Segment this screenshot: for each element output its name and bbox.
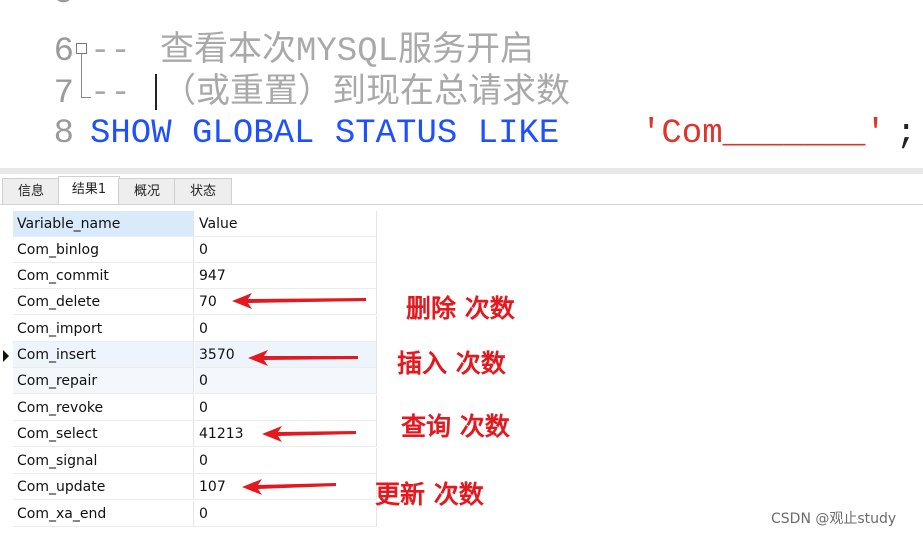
cell-value[interactable]: 0 bbox=[195, 368, 377, 394]
tab-info[interactable]: 信息 bbox=[2, 178, 60, 204]
cell-variable-name[interactable]: Com_import bbox=[13, 316, 194, 342]
fold-guide bbox=[81, 54, 82, 98]
comment-prefix: -- bbox=[90, 75, 152, 113]
line-number: 5 bbox=[44, 0, 74, 14]
annotation-insert-count: 插入 次数 bbox=[397, 349, 506, 378]
result-tabs: 信息 结果1 概况 状态 bbox=[0, 176, 923, 205]
cell-value[interactable]: 0 bbox=[195, 501, 377, 527]
cell-value[interactable]: 0 bbox=[195, 448, 377, 474]
splitter[interactable] bbox=[0, 168, 923, 174]
table-row[interactable]: Com_xa_end 0 bbox=[0, 501, 377, 527]
sql-semicolon: ; bbox=[896, 115, 917, 153]
cell-variable-name[interactable]: Com_select bbox=[13, 421, 194, 447]
cell-variable-name[interactable]: Com_binlog bbox=[13, 237, 194, 263]
fold-toggle-icon[interactable] bbox=[76, 43, 87, 54]
line-number: 8 bbox=[53, 115, 74, 153]
arrow-update-icon bbox=[242, 479, 336, 495]
tab-status[interactable]: 状态 bbox=[174, 178, 232, 204]
cell-variable-name[interactable]: Com_update bbox=[13, 474, 194, 500]
arrow-insert-icon bbox=[248, 350, 358, 366]
table-row[interactable]: Com_repair 0 bbox=[0, 368, 377, 394]
tab-result1[interactable]: 结果1 bbox=[58, 176, 120, 204]
fold-guide-end bbox=[81, 97, 91, 98]
comment-text: （或重置）到现在总请求数 bbox=[162, 75, 570, 113]
comment-prefix: -- bbox=[90, 33, 152, 71]
line-number: 6 bbox=[53, 33, 74, 71]
arrow-select-icon bbox=[262, 426, 356, 442]
column-header-variable-name[interactable]: Variable_name bbox=[13, 211, 194, 237]
cell-value[interactable]: 947 bbox=[195, 263, 377, 289]
cell-variable-name[interactable]: Com_revoke bbox=[13, 395, 194, 421]
cell-variable-name[interactable]: Com_repair bbox=[13, 368, 194, 394]
comment-text: 查看本次MYSQL服务开启 bbox=[160, 33, 535, 71]
arrow-delete-icon bbox=[232, 293, 366, 309]
table-row[interactable]: Com_commit 947 bbox=[0, 263, 377, 289]
cell-value[interactable]: 0 bbox=[195, 395, 377, 421]
grid-header: Variable_name Value bbox=[0, 211, 377, 237]
row-pointer-icon bbox=[3, 350, 9, 362]
table-row[interactable]: Com_signal 0 bbox=[0, 448, 377, 474]
cell-value[interactable]: 0 bbox=[195, 316, 377, 342]
cell-variable-name[interactable]: Com_commit bbox=[13, 263, 194, 289]
cell-variable-name[interactable]: Com_delete bbox=[13, 289, 194, 315]
line-number: 7 bbox=[53, 75, 74, 113]
tab-overview[interactable]: 概况 bbox=[118, 178, 176, 204]
cell-variable-name[interactable]: Com_insert bbox=[13, 342, 194, 368]
annotation-select-count: 查询 次数 bbox=[401, 412, 510, 441]
sql-keywords: SHOW GLOBAL STATUS LIKE bbox=[90, 115, 560, 153]
table-row[interactable]: Com_binlog 0 bbox=[0, 237, 377, 263]
column-header-value[interactable]: Value bbox=[195, 211, 377, 237]
annotation-update-count: 更新 次数 bbox=[375, 480, 484, 509]
text-cursor bbox=[155, 74, 157, 110]
table-row[interactable]: Com_revoke 0 bbox=[0, 395, 377, 421]
cell-value[interactable]: 0 bbox=[195, 237, 377, 263]
sql-editor[interactable]: 5 6 -- 查看本次MYSQL服务开启 7 -- （或重置）到现在总请求数 8… bbox=[0, 0, 923, 170]
watermark: CSDN @观止study bbox=[771, 511, 897, 527]
table-row[interactable]: Com_import 0 bbox=[0, 316, 377, 342]
cell-variable-name[interactable]: Com_xa_end bbox=[13, 501, 194, 527]
annotation-delete-count: 删除 次数 bbox=[406, 294, 515, 323]
cell-variable-name[interactable]: Com_signal bbox=[13, 448, 194, 474]
sql-string: 'Com_______' bbox=[641, 115, 886, 153]
